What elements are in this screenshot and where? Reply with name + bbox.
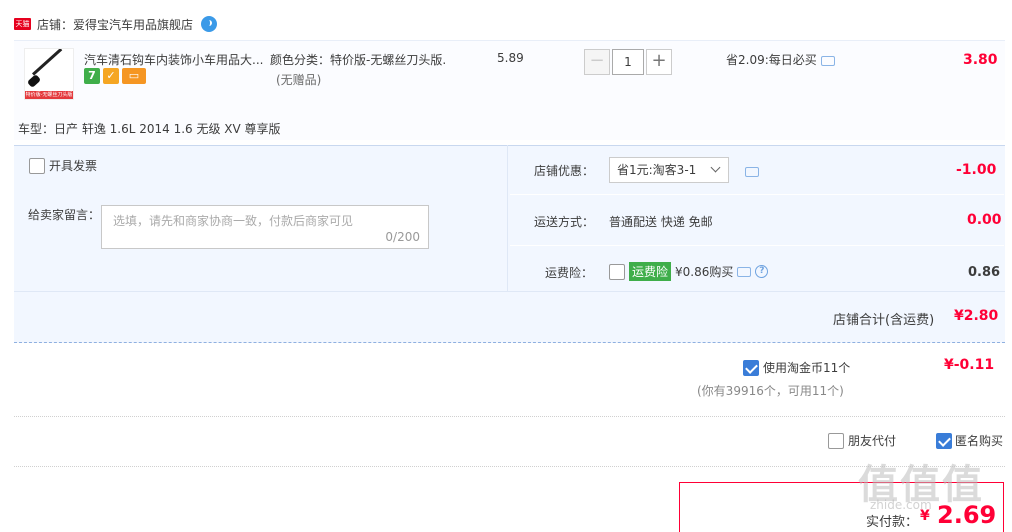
friend-pay-checkbox[interactable] xyxy=(828,432,844,449)
coin-discount-value: ¥-0.11 xyxy=(944,357,995,373)
divider xyxy=(510,194,1004,195)
service-icons: 7 ✓ ▭ xyxy=(84,68,146,84)
divider xyxy=(510,245,1004,246)
insurance-badge: 运费险 xyxy=(629,262,672,281)
wangwang-chat-icon[interactable] xyxy=(201,16,218,32)
friend-pay-label: 朋友代付 xyxy=(848,434,897,448)
insurance-option[interactable]: 运费险 ¥0.86购买 ? xyxy=(609,262,769,281)
invoice-checkbox[interactable] xyxy=(29,157,45,174)
anonymous-option[interactable]: 匿名购买 xyxy=(936,432,1003,449)
quantity-plus-button[interactable]: + xyxy=(646,49,672,75)
coin-label: 使用淘金币11个 xyxy=(763,361,851,375)
insurance-text: ¥0.86购买 xyxy=(675,265,734,279)
coin-checkbox[interactable] xyxy=(743,359,759,376)
item-sku: 颜色分类：特价版-无螺丝刀头版. xyxy=(270,53,447,67)
shipping-label: 运送方式： xyxy=(534,215,595,229)
divider xyxy=(14,416,1005,417)
divider xyxy=(14,466,1005,467)
seven-day-return-icon[interactable]: 7 xyxy=(84,68,100,84)
shop-discount-label: 店铺优惠： xyxy=(534,164,595,178)
seller-message-textarea[interactable]: 选填，请先和商家协商一致，付款后商家可见 0/200 xyxy=(101,205,429,249)
shop-name-link[interactable]: 店铺：爱得宝汽车用品旗舰店 xyxy=(37,16,193,33)
shipping-method: 普通配送 快递 免邮 xyxy=(609,215,713,229)
tmall-badge: 天猫 xyxy=(14,18,31,30)
chevron-down-icon xyxy=(710,162,721,173)
quantity-input[interactable]: 1 xyxy=(612,49,644,75)
shop-discount-value: -1.00 xyxy=(956,162,997,178)
guarantee-icon[interactable]: ✓ xyxy=(103,68,119,84)
invoice-label: 开具发票 xyxy=(49,159,98,173)
unit-price: 5.89 xyxy=(497,51,524,65)
message-char-count: 0/200 xyxy=(385,230,420,244)
quantity-stepper: − 1 + xyxy=(584,49,672,75)
help-icon[interactable]: ? xyxy=(755,265,769,278)
shop-discount-selected: 省1元:淘客3-1 xyxy=(617,163,697,177)
shop-total-value: ¥2.80 xyxy=(954,308,999,324)
item-gift: (无赠品) xyxy=(276,73,322,87)
save-note: 省2.09:每日必买 xyxy=(726,51,835,68)
credit-card-icon[interactable]: ▭ xyxy=(122,68,146,84)
insurance-checkbox[interactable] xyxy=(609,263,625,280)
item-title-link[interactable]: 汽车清石钩车内装饰小车用品大... xyxy=(84,51,263,68)
shop-header: 天猫 店铺：爱得宝汽车用品旗舰店 xyxy=(14,14,218,34)
friend-pay-option[interactable]: 朋友代付 xyxy=(828,432,896,449)
product-image-icon xyxy=(31,49,63,76)
shop-discount-select[interactable]: 省1元:淘客3-1 xyxy=(609,157,729,183)
coin-balance-note: (你有39916个，可用11个) xyxy=(697,384,844,398)
insurance-label: 运费险： xyxy=(545,266,594,280)
item-thumbnail[interactable]: 特价版-无螺丝刀头版 xyxy=(24,48,74,100)
thumb-caption: 特价版-无螺丝刀头版 xyxy=(25,91,73,99)
comment-icon[interactable] xyxy=(737,266,752,277)
divider xyxy=(14,291,1005,292)
car-model: 车型：日产 轩逸 1.6L 2014 1.6 无级 XV 尊享版 xyxy=(18,122,281,136)
watermark-url: zhide.com xyxy=(870,498,932,512)
payment-label: 实付款： xyxy=(866,515,919,530)
shop-total-label: 店铺合计(含运费) xyxy=(833,313,935,328)
message-placeholder: 选填，请先和商家协商一致，付款后商家可见 xyxy=(113,214,354,228)
invoice-option[interactable]: 开具发票 xyxy=(29,157,97,174)
comment-icon[interactable] xyxy=(820,55,835,66)
discount-comment xyxy=(745,164,759,178)
message-label: 给卖家留言： xyxy=(28,208,101,222)
quantity-minus-button[interactable]: − xyxy=(584,49,610,75)
save-note-text: 省2.09:每日必买 xyxy=(726,53,817,67)
coin-option[interactable]: 使用淘金币11个 xyxy=(743,359,850,376)
insurance-price: 0.86 xyxy=(968,265,1001,280)
comment-icon[interactable] xyxy=(745,166,759,177)
shipping-cost: 0.00 xyxy=(967,212,1002,228)
anonymous-checkbox[interactable] xyxy=(936,432,952,449)
product-image-handle xyxy=(26,74,42,88)
anonymous-label: 匿名购买 xyxy=(955,434,1004,448)
item-subtotal: 3.80 xyxy=(963,52,998,68)
